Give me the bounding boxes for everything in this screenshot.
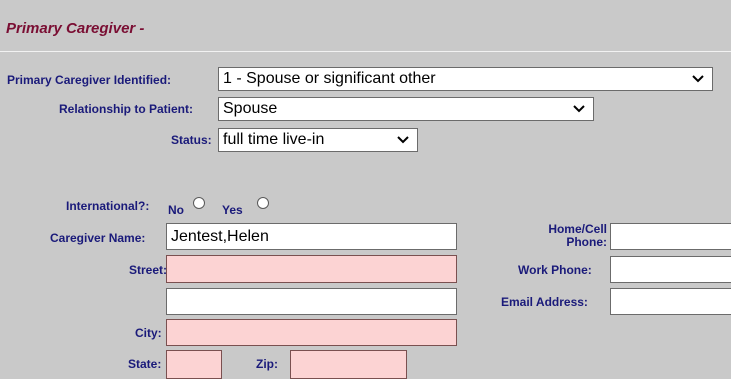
- chevron-down-icon: [692, 75, 704, 83]
- zip-input[interactable]: [290, 350, 407, 379]
- email-input[interactable]: [610, 288, 731, 315]
- caregiver-identified-value: 1 - Spouse or significant other: [223, 70, 436, 87]
- status-select[interactable]: full time live-in: [218, 128, 418, 152]
- caregiver-identified-label: Primary Caregiver Identified:: [7, 73, 172, 87]
- street-label: Street:: [129, 263, 168, 277]
- international-yes-label: Yes: [222, 203, 243, 217]
- status-value: full time live-in: [223, 131, 325, 148]
- international-label: International?:: [66, 199, 150, 213]
- home-cell-phone-input[interactable]: [610, 223, 731, 250]
- zip-label: Zip:: [256, 357, 278, 371]
- chevron-down-icon: [573, 105, 585, 113]
- home-cell-phone-label-line2: Phone:: [566, 235, 607, 249]
- relationship-value: Spouse: [223, 100, 278, 117]
- relationship-label: Relationship to Patient:: [59, 102, 194, 116]
- international-no-label: No: [168, 203, 184, 217]
- caregiver-name-input[interactable]: Jentest,Helen: [166, 223, 457, 250]
- international-yes-radio[interactable]: [257, 197, 269, 209]
- city-input[interactable]: [166, 319, 457, 346]
- section-divider: [0, 51, 731, 52]
- section-title: Primary Caregiver -: [6, 20, 145, 37]
- email-label: Email Address:: [501, 295, 588, 309]
- caregiver-identified-select[interactable]: 1 - Spouse or significant other: [218, 67, 713, 91]
- work-phone-label: Work Phone:: [518, 263, 592, 277]
- street-input[interactable]: [166, 255, 457, 283]
- status-label: Status:: [171, 133, 212, 147]
- caregiver-name-label: Caregiver Name:: [50, 231, 146, 245]
- international-no-radio[interactable]: [193, 197, 205, 209]
- state-input[interactable]: [166, 350, 222, 379]
- city-label: City:: [135, 326, 162, 340]
- chevron-down-icon: [397, 136, 409, 144]
- caregiver-name-value: Jentest,Helen: [171, 227, 269, 245]
- relationship-select[interactable]: Spouse: [218, 97, 594, 121]
- home-cell-phone-label: Home/Cell Phone:: [507, 223, 607, 249]
- home-cell-phone-label-line1: Home/Cell: [548, 222, 607, 236]
- work-phone-input[interactable]: [610, 256, 731, 283]
- state-label: State:: [128, 357, 162, 371]
- street-line2-input[interactable]: [166, 288, 457, 315]
